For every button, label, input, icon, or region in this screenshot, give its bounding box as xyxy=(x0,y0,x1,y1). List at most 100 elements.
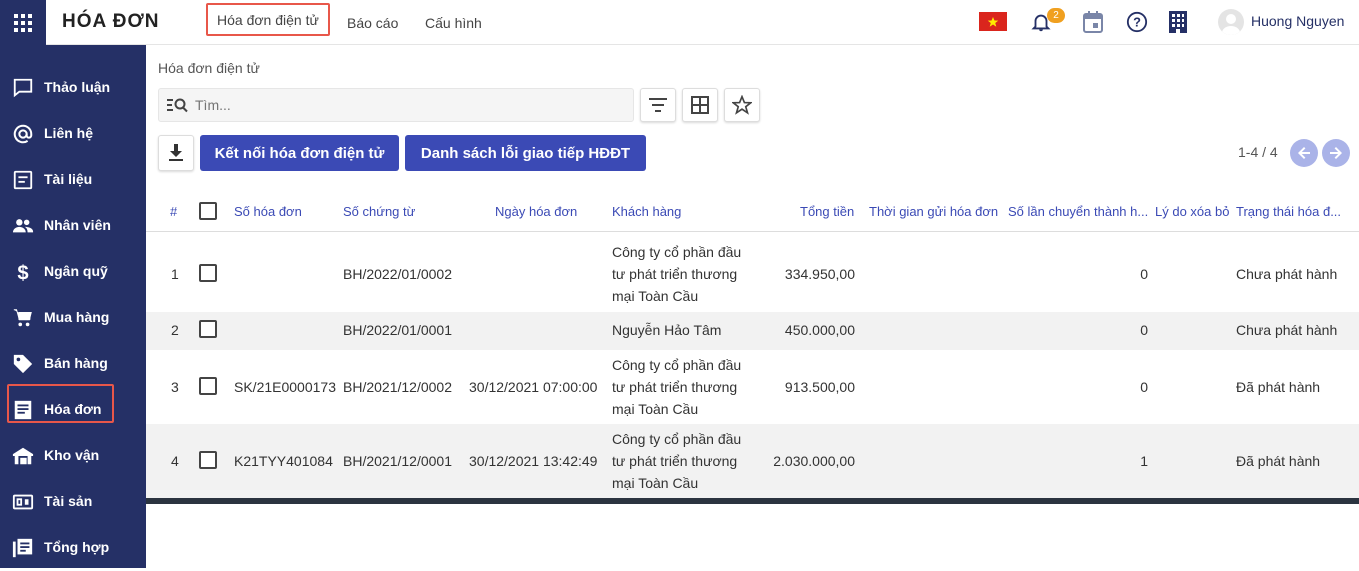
table-footer-bar xyxy=(146,498,1359,504)
sidebar-item-sales[interactable]: Bán hàng xyxy=(0,341,146,387)
notification-badge: 2 xyxy=(1047,8,1065,23)
row-checkbox[interactable] xyxy=(199,377,217,395)
voucher-no: BH/2022/01/0002 xyxy=(343,266,452,282)
row-checkbox[interactable] xyxy=(199,320,217,338)
customer-line-1: Công ty cổ phần đầu xyxy=(612,431,742,447)
invoice-status: Đã phát hành xyxy=(1236,379,1321,395)
communication-errors-button[interactable]: Danh sách lỗi giao tiếp HĐĐT xyxy=(405,135,646,171)
warehouse-icon xyxy=(11,444,35,468)
sidebar-item-label: Tổng hợp xyxy=(44,539,110,555)
table-header: # Số hóa đơn Số chứng từ Ngày hóa đơn Kh… xyxy=(146,188,1359,232)
transfer-count: 0 xyxy=(1140,322,1148,338)
people-icon xyxy=(11,214,35,238)
app-title: HÓA ĐƠN xyxy=(62,11,160,32)
summary-icon xyxy=(11,536,35,560)
sidebar-active-highlight xyxy=(7,384,114,423)
col-header-total[interactable]: Tổng tiền xyxy=(800,204,854,219)
sidebar-item-employees[interactable]: Nhân viên xyxy=(0,203,146,249)
select-all-checkbox[interactable] xyxy=(199,202,217,220)
invoice-no: SK/21E0000173 xyxy=(234,379,336,395)
row-checkbox[interactable] xyxy=(199,451,217,469)
transfer-count: 0 xyxy=(1140,379,1148,395)
help-icon[interactable]: ? xyxy=(1126,11,1148,38)
sidebar-item-discussion[interactable]: Thảo luận xyxy=(0,65,146,111)
total-amount: 450.000,00 xyxy=(784,322,855,338)
grid-view-icon xyxy=(691,96,709,114)
user-name[interactable]: Huong Nguyen xyxy=(1251,13,1344,29)
customer-line-3: mại Toàn Cầu xyxy=(612,475,699,491)
apps-menu-button[interactable] xyxy=(0,0,46,45)
col-header-voucher-no[interactable]: Số chứng từ xyxy=(343,204,415,219)
customer-line-1: Nguyễn Hảo Tâm xyxy=(612,322,722,338)
transfer-count: 1 xyxy=(1140,453,1148,469)
total-amount: 2.030.000,00 xyxy=(773,453,855,469)
sidebar-item-label: Kho vận xyxy=(44,447,100,463)
search-icon xyxy=(167,97,189,118)
invoice-status: Chưa phát hành xyxy=(1236,322,1338,338)
customer-line-2: tư phát triển thương xyxy=(612,379,738,395)
col-header-sent-time[interactable]: Thời gian gửi hóa đơn xyxy=(869,204,999,219)
col-header-date[interactable]: Ngày hóa đơn xyxy=(495,204,577,219)
col-header-transfer-count[interactable]: Số lần chuyển thành h... xyxy=(1008,204,1149,219)
sidebar-item-label: Ngân quỹ xyxy=(44,263,108,279)
customer-line-2: tư phát triển thương xyxy=(612,266,738,282)
customer-line-3: mại Toàn Cầu xyxy=(612,288,699,304)
search-input[interactable] xyxy=(195,95,625,115)
sidebar: Thảo luận Liên hệ Tài liệu Nhân viên $ N… xyxy=(0,45,146,568)
voucher-no: BH/2021/12/0001 xyxy=(343,453,452,469)
user-avatar[interactable] xyxy=(1218,9,1244,35)
company-building-icon[interactable] xyxy=(1168,10,1188,39)
filter-icon xyxy=(649,98,667,112)
col-header-status[interactable]: Trạng thái hóa đ... xyxy=(1236,204,1359,219)
nav-electronic-invoice[interactable]: Hóa đơn điện tử xyxy=(206,3,330,36)
nav-settings[interactable]: Cấu hình xyxy=(425,0,482,45)
row-checkbox[interactable] xyxy=(199,264,217,282)
sidebar-item-treasury[interactable]: $ Ngân quỹ xyxy=(0,249,146,295)
arrow-right-icon xyxy=(1330,147,1342,159)
sidebar-item-warehouse[interactable]: Kho vận xyxy=(0,433,146,479)
breadcrumb: Hóa đơn điện tử xyxy=(158,60,260,76)
total-amount: 913.500,00 xyxy=(784,379,855,395)
customer-line-2: tư phát triển thương xyxy=(612,453,738,469)
row-number: 4 xyxy=(171,453,179,469)
sidebar-item-purchasing[interactable]: Mua hàng xyxy=(0,295,146,341)
col-header-customer[interactable]: Khách hàng xyxy=(612,204,681,219)
sidebar-item-label: Nhân viên xyxy=(44,217,111,233)
sidebar-item-label: Tài liệu xyxy=(44,171,93,187)
table-row[interactable]: 1 BH/2022/01/0002 Công ty cổ phần đầu tư… xyxy=(146,232,1359,312)
svg-text:$: $ xyxy=(17,262,28,284)
download-icon xyxy=(169,144,183,161)
cart-icon xyxy=(11,306,35,330)
filter-button[interactable] xyxy=(640,88,676,122)
sidebar-item-label: Liên hệ xyxy=(44,125,94,141)
group-by-button[interactable] xyxy=(682,88,718,122)
pager-value: 1-4 / 4 xyxy=(1238,144,1278,160)
row-number: 1 xyxy=(171,266,179,282)
sidebar-item-assets[interactable]: Tài sản xyxy=(0,479,146,525)
sidebar-item-summary[interactable]: Tổng hợp xyxy=(0,525,146,571)
next-page-button[interactable] xyxy=(1322,139,1350,167)
sidebar-item-documents[interactable]: Tài liệu xyxy=(0,157,146,203)
voucher-no: BH/2021/12/0002 xyxy=(343,379,452,395)
transfer-count: 0 xyxy=(1140,266,1148,282)
col-header-delete-reason[interactable]: Lý do xóa bỏ xyxy=(1155,204,1230,219)
col-header-number: # xyxy=(170,204,178,219)
table-row[interactable]: 4 K21TYY401084 BH/2021/12/0001 30/12/202… xyxy=(146,424,1359,498)
grid-icon xyxy=(14,13,32,32)
favorites-button[interactable] xyxy=(724,88,760,122)
previous-page-button[interactable] xyxy=(1290,139,1318,167)
table-row[interactable]: 2 BH/2022/01/0001 Nguyễn Hảo Tâm 450.000… xyxy=(146,312,1359,350)
total-amount: 334.950,00 xyxy=(784,266,855,282)
download-button[interactable] xyxy=(158,135,194,171)
vietnam-flag-icon[interactable] xyxy=(979,12,1007,31)
table-row[interactable]: 3 SK/21E0000173 BH/2021/12/0002 30/12/20… xyxy=(146,350,1359,424)
sidebar-item-label: Thảo luận xyxy=(44,79,111,95)
chat-icon xyxy=(11,76,35,100)
calendar-icon[interactable] xyxy=(1083,11,1103,38)
search-bar[interactable] xyxy=(158,88,634,122)
connect-e-invoice-button[interactable]: Kết nối hóa đơn điện tử xyxy=(200,135,399,171)
sidebar-item-contacts[interactable]: Liên hệ xyxy=(0,111,146,157)
col-header-invoice-no[interactable]: Số hóa đơn xyxy=(234,204,302,219)
nav-reports[interactable]: Báo cáo xyxy=(347,0,398,45)
at-icon xyxy=(11,122,35,146)
